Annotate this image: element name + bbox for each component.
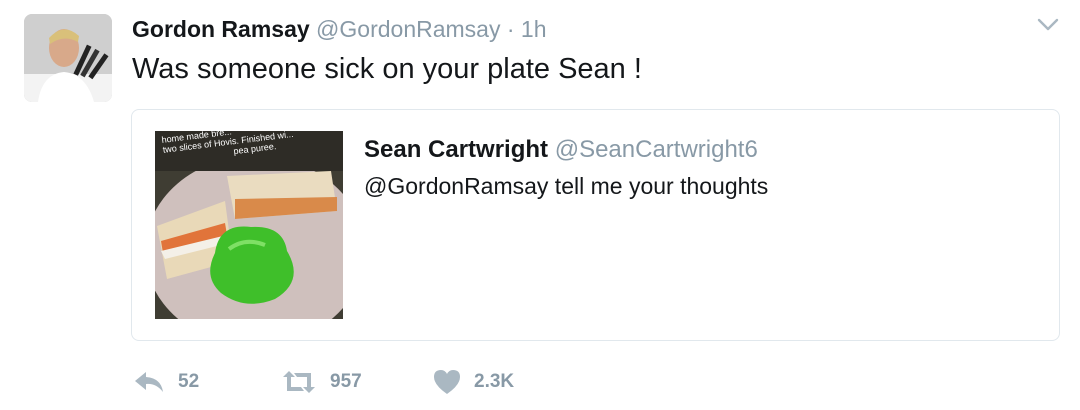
reply-icon bbox=[132, 368, 166, 396]
chevron-down-icon[interactable] bbox=[1036, 14, 1060, 34]
author-handle[interactable]: @GordonRamsay bbox=[316, 16, 500, 42]
reply-count: 52 bbox=[178, 371, 200, 392]
retweet-icon bbox=[280, 368, 318, 396]
quoted-author-name[interactable]: Sean Cartwright bbox=[364, 136, 548, 163]
quoted-author-handle[interactable]: @SeanCartwright6 bbox=[555, 136, 758, 163]
quoted-tweet[interactable]: home made bre... two slices of Hovis. Fi… bbox=[131, 109, 1060, 341]
quoted-tweet-header: Sean Cartwright @SeanCartwright6 bbox=[364, 134, 758, 166]
separator-dot: · bbox=[506, 16, 515, 42]
like-count: 2.3K bbox=[474, 371, 515, 392]
author-avatar[interactable] bbox=[24, 14, 112, 102]
tweet-text: Was someone sick on your plate Sean ! bbox=[132, 53, 642, 85]
author-name[interactable]: Gordon Ramsay bbox=[132, 16, 310, 42]
quoted-tweet-text: @GordonRamsay tell me your thoughts bbox=[364, 173, 769, 199]
heart-icon bbox=[432, 368, 462, 396]
quoted-tweet-image[interactable]: home made bre... two slices of Hovis. Fi… bbox=[155, 131, 343, 319]
tweet-card: Gordon Ramsay @GordonRamsay · 1h Was som… bbox=[0, 0, 1080, 410]
like-button[interactable]: 2.3K bbox=[432, 366, 514, 398]
tweet-timestamp[interactable]: 1h bbox=[521, 16, 547, 42]
tweet-header: Gordon Ramsay @GordonRamsay · 1h bbox=[132, 14, 547, 44]
retweet-count: 957 bbox=[330, 371, 362, 392]
reply-button[interactable]: 52 bbox=[132, 366, 199, 398]
retweet-button[interactable]: 957 bbox=[280, 366, 362, 398]
